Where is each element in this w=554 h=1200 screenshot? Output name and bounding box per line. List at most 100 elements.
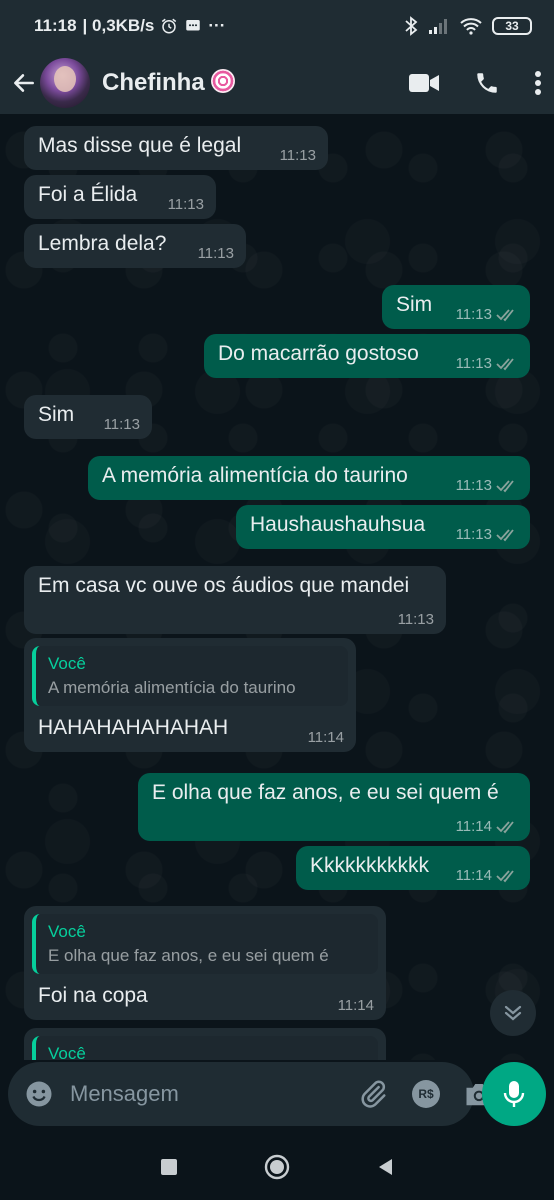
status-left: 11:18 | 0,3KB/s ··· [34,16,225,36]
message-time: 11:13 [103,416,140,433]
message-meta: 11:13 [104,416,140,433]
message-time: 11:14 [337,997,374,1014]
message-time: 11:13 [455,477,492,494]
double-check-icon [496,479,514,492]
payment-button[interactable]: R$ [412,1080,440,1108]
composer-actions: R$ [358,1079,494,1109]
back-arrow-icon[interactable] [10,63,38,103]
battery-indicator: 33 [492,17,532,35]
message-time: 11:13 [397,611,434,628]
signal-icon [428,17,450,35]
message-time: 11:14 [455,867,492,884]
quote-text: A memória alimentícia do taurino [48,678,296,697]
message-bubble[interactable]: Foi a Élida 11:13 [24,175,216,219]
more-vertical-icon[interactable] [534,70,542,96]
message-bubble[interactable]: Lembra dela? 11:13 [24,224,246,268]
message-time: 11:13 [455,526,492,543]
message-time: 11:13 [455,306,492,323]
quote-author: Você [48,922,86,941]
message-text: Mas disse que é legal [38,134,242,157]
message-time: 11:13 [279,147,316,164]
quoted-message[interactable]: Você A memória alimentícia do taurino [32,646,348,706]
double-check-icon [496,869,514,882]
message-text: Haushaushauhsua [250,513,426,536]
recent-apps-icon[interactable] [160,1158,178,1176]
fishcake-emoji-icon [210,69,235,93]
message-meta: 11:13 [456,526,518,543]
message-composer: R$ [8,1062,492,1126]
voice-record-button[interactable] [482,1062,546,1126]
wifi-icon [460,17,482,35]
alarm-icon [160,17,178,35]
bluetooth-icon [404,16,418,36]
quote-author: Você [48,654,86,673]
header-actions [408,70,542,96]
message-meta: 11:13 [456,355,518,372]
contact-info[interactable]: Chefinha [102,69,235,97]
more-notifications-indicator: ··· [208,16,226,35]
message-bubble[interactable]: Kkkkkkkkkkk 11:14 [296,846,530,890]
message-text: HAHAHAHAHAHAH [38,716,229,739]
message-meta: 11:13 [398,611,434,628]
message-bubble[interactable]: Do macarrão gostoso 11:13 [204,334,530,378]
message-bubble[interactable]: Sim 11:13 [382,285,530,329]
message-text: A memória alimentícia do taurino [102,464,408,487]
reply-message-bubble[interactable]: Você [24,1028,386,1060]
scroll-to-bottom-button[interactable] [490,990,536,1036]
message-time: 11:14 [307,729,344,746]
message-meta: 11:13 [280,147,316,164]
message-list[interactable]: Mas disse que é legal 11:13 Foi a Élida … [0,114,554,1060]
message-meta: 11:14 [338,997,374,1014]
chat-header: Chefinha [0,52,554,114]
message-text: Sim [38,403,75,426]
message-text: Em casa vc ouve os áudios que mandei [38,574,410,597]
phone-icon[interactable] [474,70,500,96]
message-time: 11:13 [167,196,204,213]
reply-message-bubble[interactable]: Você E olha que faz anos, e eu sei quem … [24,906,386,1020]
message-meta: 11:13 [168,196,204,213]
quoted-message[interactable]: Você [32,1036,378,1060]
message-time: 11:13 [455,355,492,372]
message-bubble[interactable]: Sim 11:13 [24,395,152,439]
message-text: Foi a Élida [38,183,138,206]
message-text: Kkkkkkkkkkk [310,854,430,877]
mic-icon [503,1081,525,1107]
message-text: Foi na copa [38,984,148,1007]
reply-message-bubble[interactable]: Você A memória alimentícia do taurino HA… [24,638,356,752]
message-text: E olha que faz anos, e eu sei quem é [152,781,499,804]
video-call-icon[interactable] [408,72,440,94]
double-check-icon [496,357,514,370]
message-input[interactable] [70,1081,358,1107]
quoted-message[interactable]: Você E olha que faz anos, e eu sei quem … [32,914,378,974]
double-check-icon [496,528,514,541]
back-nav-icon[interactable] [376,1157,394,1177]
message-notification-icon [184,17,202,35]
message-bubble[interactable]: Em casa vc ouve os áudios que mandei 11:… [24,566,446,634]
message-text: Lembra dela? [38,232,167,255]
contact-name[interactable]: Chefinha [102,69,205,96]
status-right: 33 [404,16,532,36]
message-bubble[interactable]: E olha que faz anos, e eu sei quem é 11:… [138,773,530,841]
message-bubble[interactable]: Haushaushauhsua 11:13 [236,505,530,549]
home-icon[interactable] [264,1154,290,1180]
message-meta: 11:13 [198,245,234,262]
quote-author: Você [48,1044,86,1060]
message-bubble[interactable]: A memória alimentícia do taurino 11:13 [88,456,530,500]
message-meta: 11:13 [456,306,518,323]
network-speed: | 0,3KB/s [82,16,155,35]
chevron-double-down-icon [504,1005,522,1021]
message-bubble[interactable]: Mas disse que é legal 11:13 [24,126,328,170]
message-meta: 11:14 [456,818,518,835]
message-time: 11:13 [197,245,234,262]
message-text: Sim [396,293,433,316]
double-check-icon [496,820,514,833]
quote-text: E olha que faz anos, e eu sei quem é [48,946,329,965]
attach-icon[interactable] [358,1079,388,1109]
message-meta: 11:13 [456,477,518,494]
emoji-icon[interactable] [24,1079,54,1109]
avatar[interactable] [40,58,90,108]
message-meta: 11:14 [308,729,344,746]
double-check-icon [496,308,514,321]
message-text: Do macarrão gostoso [218,342,419,365]
status-bar: 11:18 | 0,3KB/s ··· 33 [0,0,554,52]
